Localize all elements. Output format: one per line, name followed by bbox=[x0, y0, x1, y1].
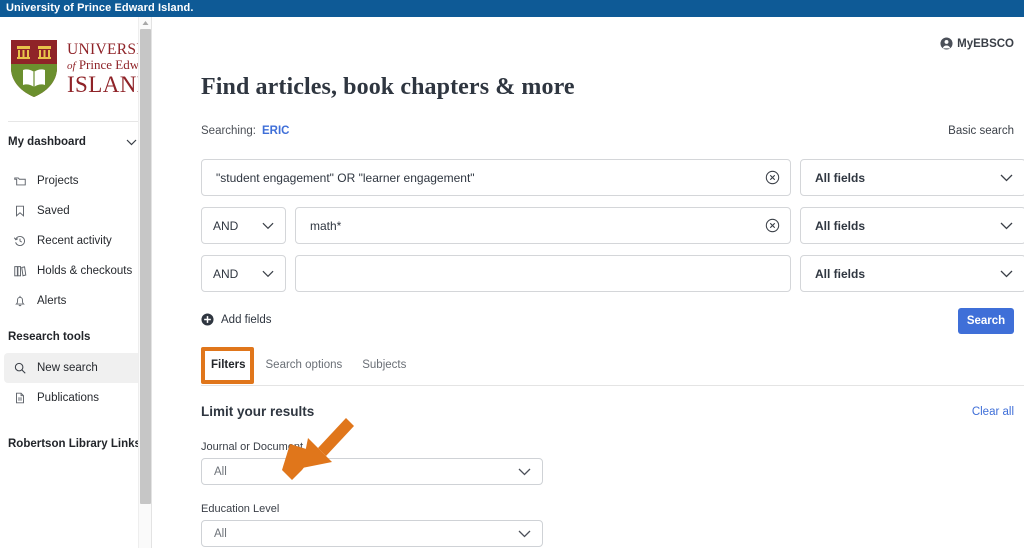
filter-select-journal-or-document[interactable]: All bbox=[201, 458, 543, 485]
main-content: MyEBSCO Find articles, book chapters & m… bbox=[152, 17, 1024, 548]
clear-all-link[interactable]: Clear all bbox=[972, 406, 1014, 418]
sidebar-scrollbar-thumb[interactable] bbox=[140, 29, 151, 504]
add-fields-label: Add fields bbox=[221, 314, 272, 326]
chevron-down-icon bbox=[1000, 270, 1013, 278]
tab-filters[interactable]: Filters bbox=[201, 353, 256, 377]
field-select-3[interactable]: All fields bbox=[800, 255, 1024, 292]
plus-circle-icon bbox=[201, 313, 214, 326]
chevron-down-icon bbox=[126, 139, 137, 146]
upei-shield-icon bbox=[8, 38, 60, 100]
folder-icon bbox=[13, 174, 27, 188]
search-term-input-1[interactable]: "student engagement" OR "learner engagem… bbox=[201, 159, 791, 196]
research-tools-heading: Research tools bbox=[0, 330, 151, 344]
search-term-value-2: math* bbox=[310, 219, 765, 233]
myebsco-label: MyEBSCO bbox=[957, 38, 1014, 50]
sidebar-item-projects[interactable]: Projects bbox=[4, 166, 147, 196]
filter-group-journal-or-document: Journal or Document All bbox=[201, 441, 543, 485]
books-icon bbox=[13, 264, 27, 278]
sidebar-item-label: New search bbox=[37, 362, 98, 374]
institution-banner-text: University of Prince Edward Island. bbox=[0, 3, 194, 14]
field-select-value-2: All fields bbox=[815, 219, 865, 233]
tab-subjects[interactable]: Subjects bbox=[352, 353, 416, 377]
sidebar-item-publications[interactable]: Publications bbox=[4, 383, 147, 413]
limit-results-heading: Limit your results bbox=[201, 404, 314, 419]
bell-icon bbox=[13, 294, 27, 308]
chevron-down-icon bbox=[262, 222, 274, 230]
sidebar-item-label: Alerts bbox=[37, 295, 66, 307]
filter-select-education-level[interactable]: All bbox=[201, 520, 543, 547]
my-dashboard-toggle[interactable]: My dashboard bbox=[0, 122, 151, 162]
search-row-2: AND math* All fields bbox=[201, 207, 1024, 244]
document-icon bbox=[13, 391, 27, 405]
upei-logo[interactable]: UNIVERSITY of Prince Edward ISLAND bbox=[0, 17, 151, 121]
operator-select-2[interactable]: AND bbox=[201, 207, 286, 244]
search-button[interactable]: Search bbox=[958, 308, 1014, 334]
field-select-1[interactable]: All fields bbox=[800, 159, 1024, 196]
institution-banner: University of Prince Edward Island. bbox=[0, 0, 1024, 17]
app-root: University of Prince Edward Island. bbox=[0, 0, 1024, 548]
chevron-down-icon bbox=[1000, 174, 1013, 182]
searching-row: Searching: ERIC bbox=[201, 125, 289, 137]
chevron-down-icon bbox=[518, 468, 531, 476]
sidebar-item-holds-checkouts[interactable]: Holds & checkouts bbox=[4, 256, 147, 286]
search-button-label: Search bbox=[967, 315, 1005, 327]
user-circle-icon bbox=[940, 37, 953, 50]
sidebar-item-recent-activity[interactable]: Recent activity bbox=[4, 226, 147, 256]
sidebar-item-label: Saved bbox=[37, 205, 70, 217]
page-title: Find articles, book chapters & more bbox=[201, 74, 575, 101]
searching-label: Searching: bbox=[201, 125, 256, 137]
search-term-input-3[interactable] bbox=[295, 255, 791, 292]
search-icon bbox=[13, 361, 27, 375]
tabs-underline bbox=[201, 385, 1024, 386]
search-term-input-2[interactable]: math* bbox=[295, 207, 791, 244]
search-term-value-1: "student engagement" OR "learner engagem… bbox=[216, 171, 765, 185]
search-row-3: AND All fields bbox=[201, 255, 1024, 292]
clear-input-icon[interactable] bbox=[765, 170, 780, 185]
searching-database-link[interactable]: ERIC bbox=[262, 125, 289, 137]
operator-value-2: AND bbox=[213, 219, 238, 233]
basic-search-link[interactable]: Basic search bbox=[948, 125, 1014, 137]
sidebar-item-saved[interactable]: Saved bbox=[4, 196, 147, 226]
tab-search-options[interactable]: Search options bbox=[256, 353, 353, 377]
research-tools-items: New search Publications bbox=[0, 353, 151, 413]
filter-value: All bbox=[214, 466, 227, 478]
history-clock-icon bbox=[13, 234, 27, 248]
chevron-down-icon bbox=[262, 270, 274, 278]
sidebar-item-new-search[interactable]: New search bbox=[4, 353, 147, 383]
filter-value: All bbox=[214, 528, 227, 540]
field-select-2[interactable]: All fields bbox=[800, 207, 1024, 244]
field-select-value-3: All fields bbox=[815, 267, 865, 281]
sidebar-item-label: Recent activity bbox=[37, 235, 112, 247]
operator-select-3[interactable]: AND bbox=[201, 255, 286, 292]
search-row-1: "student engagement" OR "learner engagem… bbox=[201, 159, 1024, 196]
add-fields-button[interactable]: Add fields bbox=[201, 313, 272, 326]
sidebar-item-alerts[interactable]: Alerts bbox=[4, 286, 147, 316]
field-select-value-1: All fields bbox=[815, 171, 865, 185]
scroll-up-arrow-icon[interactable] bbox=[141, 19, 150, 27]
chevron-down-icon bbox=[518, 530, 531, 538]
sidebar-item-label: Projects bbox=[37, 175, 79, 187]
operator-value-3: AND bbox=[213, 267, 238, 281]
sidebar-scrollbar[interactable] bbox=[138, 17, 151, 548]
sidebar-item-label: Publications bbox=[37, 392, 99, 404]
filter-label: Journal or Document bbox=[201, 441, 543, 453]
filter-group-education-level: Education Level All bbox=[201, 503, 543, 547]
library-links-heading: Robertson Library Links bbox=[0, 437, 151, 451]
left-sidebar: UNIVERSITY of Prince Edward ISLAND My da… bbox=[0, 17, 152, 548]
search-tabs: Filters Search options Subjects bbox=[201, 353, 416, 377]
sidebar-item-label: Holds & checkouts bbox=[37, 265, 132, 277]
clear-input-icon[interactable] bbox=[765, 218, 780, 233]
bookmark-icon bbox=[13, 204, 27, 218]
my-dashboard-label: My dashboard bbox=[8, 136, 86, 148]
myebsco-account-button[interactable]: MyEBSCO bbox=[940, 37, 1014, 50]
dashboard-items: Projects Saved Recent activity bbox=[0, 166, 151, 316]
filter-label: Education Level bbox=[201, 503, 543, 515]
chevron-down-icon bbox=[1000, 222, 1013, 230]
